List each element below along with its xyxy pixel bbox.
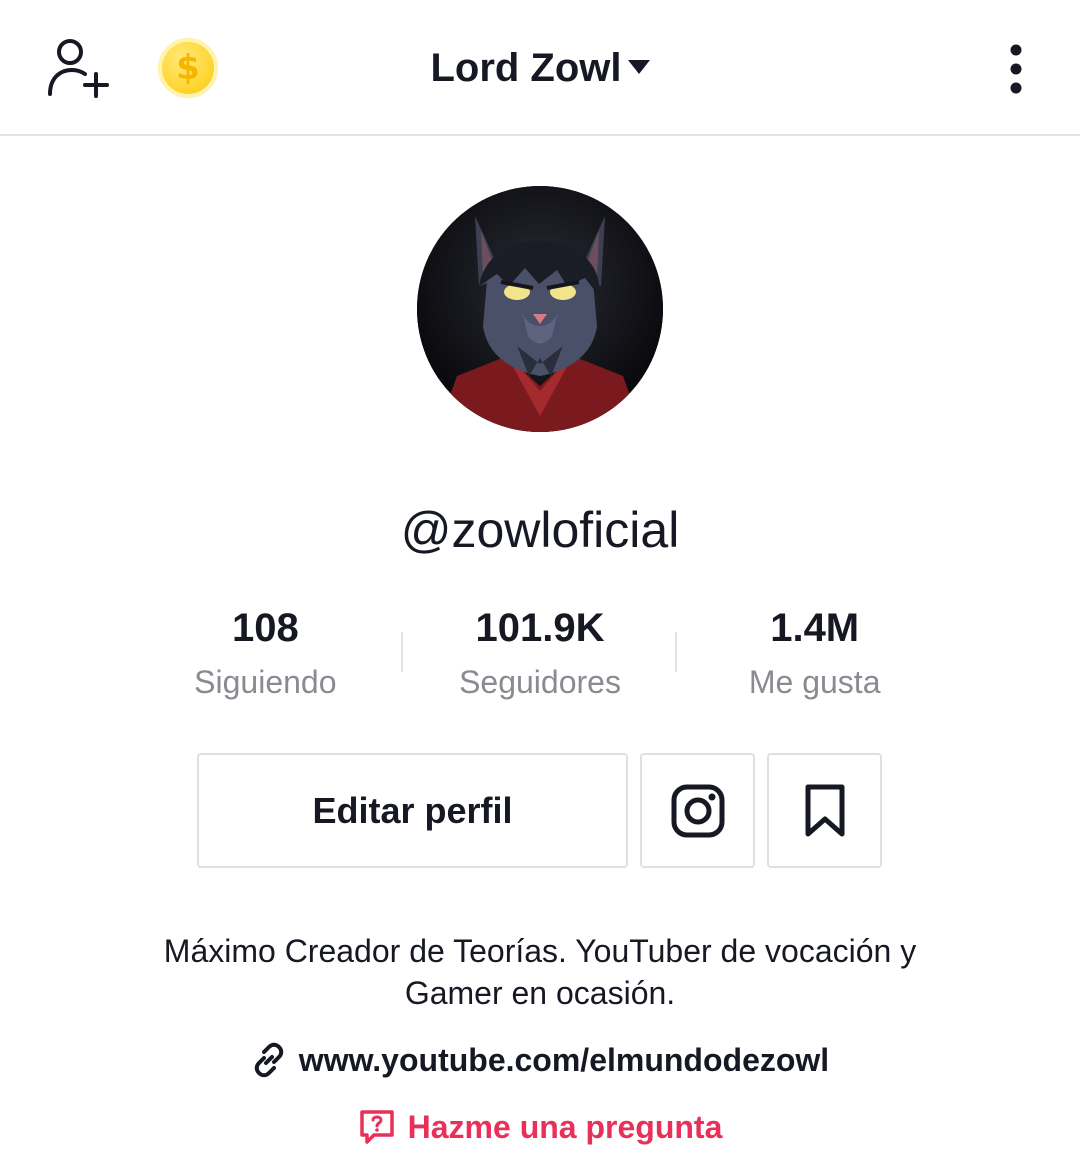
stat-following[interactable]: 108 Siguiendo xyxy=(128,604,403,714)
stat-value: 108 xyxy=(231,606,299,650)
instagram-icon xyxy=(671,784,724,837)
bookmark-icon xyxy=(805,784,844,836)
avatar[interactable] xyxy=(417,186,663,432)
bio-line: Gamer en ocasión. xyxy=(404,975,676,1011)
bio-line: Máximo Creador de Teorías. YouTuber de v… xyxy=(163,933,917,969)
bio: Máximo Creador de Teorías. YouTuber de v… xyxy=(90,930,990,1014)
favorites-button[interactable] xyxy=(767,753,882,868)
stat-label: Siguiendo xyxy=(194,664,337,700)
profile-handle: @zowloficial xyxy=(400,502,680,558)
stat-value: 1.4M xyxy=(770,606,860,650)
stat-likes[interactable]: 1.4M Me gusta xyxy=(677,604,952,714)
stats-row: 108 Siguiendo 101.9K Seguidores 1.4M Me … xyxy=(128,604,952,714)
more-vertical-icon[interactable] xyxy=(996,40,1036,100)
ask-question-link[interactable]: Hazme una pregunta xyxy=(0,1103,1080,1151)
stat-followers[interactable]: 101.9K Seguidores xyxy=(403,604,678,714)
stat-value: 101.9K xyxy=(475,606,605,650)
instagram-button[interactable] xyxy=(640,753,755,868)
question-box-icon xyxy=(359,1109,394,1144)
stat-label: Seguidores xyxy=(459,664,621,700)
ask-label: Hazme una pregunta xyxy=(407,1109,723,1145)
link-icon xyxy=(254,1042,284,1077)
account-switcher[interactable]: Lord Zowl xyxy=(0,40,1080,96)
page-title: Lord Zowl xyxy=(430,46,622,90)
edit-profile-button[interactable]: Editar perfil xyxy=(197,753,628,868)
stat-label: Me gusta xyxy=(748,664,881,700)
top-bar: $ Lord Zowl xyxy=(0,0,1080,136)
profile-link[interactable]: www.youtube.com/elmundodezowl xyxy=(0,1036,1080,1084)
chevron-down-icon xyxy=(627,60,650,75)
link-text: www.youtube.com/elmundodezowl xyxy=(298,1042,830,1078)
